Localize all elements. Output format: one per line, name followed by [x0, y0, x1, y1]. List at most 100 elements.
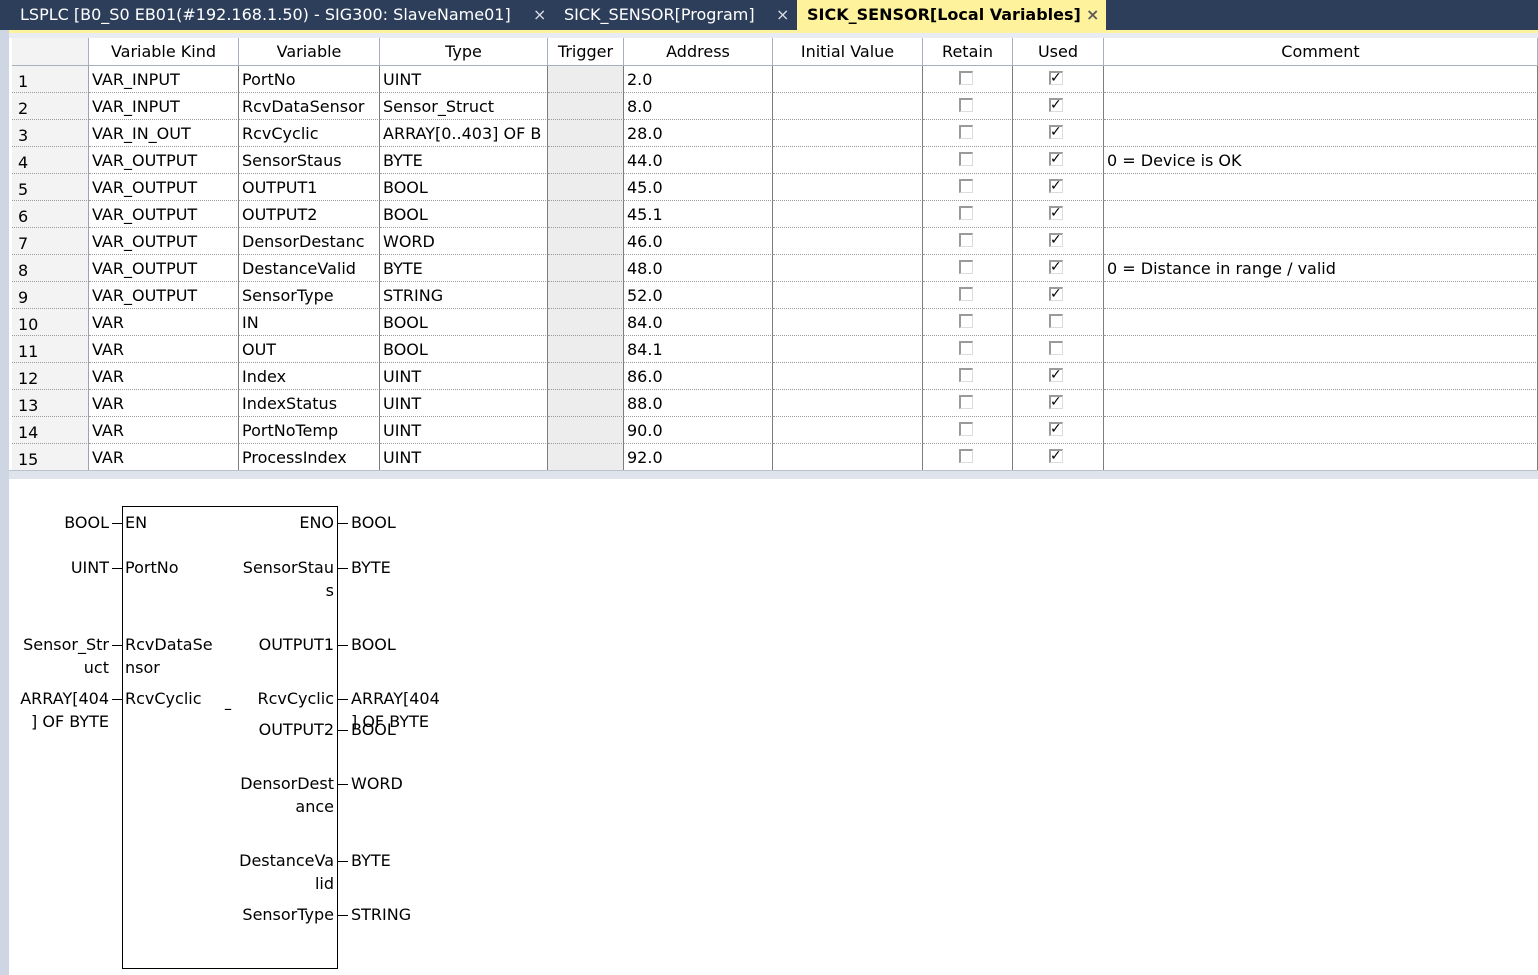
variable-name-cell[interactable]: ProcessIndex	[239, 444, 380, 471]
retain-checkbox[interactable]	[959, 449, 973, 463]
type-cell[interactable]: BOOL	[380, 201, 548, 228]
retain-checkbox[interactable]	[959, 422, 973, 436]
type-cell[interactable]: Sensor_Struct	[380, 93, 548, 120]
table-row[interactable]: 13 VAR IndexStatus UINT 88.0	[12, 390, 1538, 417]
used-cell[interactable]	[1013, 309, 1104, 336]
table-row[interactable]: 15 VAR ProcessIndex UINT 92.0	[12, 444, 1538, 471]
comment-cell[interactable]	[1104, 282, 1538, 309]
comment-cell[interactable]	[1104, 417, 1538, 444]
address-cell[interactable]: 2.0	[624, 66, 773, 93]
used-header[interactable]: Used	[1013, 38, 1104, 66]
initial-value-cell[interactable]	[773, 174, 923, 201]
used-checkbox[interactable]	[1049, 260, 1063, 274]
address-cell[interactable]: 28.0	[624, 120, 773, 147]
retain-cell[interactable]	[923, 228, 1013, 255]
retain-checkbox[interactable]	[959, 71, 973, 85]
table-row[interactable]: 1 VAR_INPUT PortNo UINT 2.0	[12, 66, 1538, 93]
used-cell[interactable]	[1013, 444, 1104, 471]
trigger-cell[interactable]	[548, 417, 624, 444]
used-cell[interactable]	[1013, 201, 1104, 228]
retain-cell[interactable]	[923, 309, 1013, 336]
variable-kind-cell[interactable]: VAR	[89, 309, 239, 336]
variable-kind-cell[interactable]: VAR_OUTPUT	[89, 228, 239, 255]
variable-name-cell[interactable]: PortNo	[239, 66, 380, 93]
variable-kind-cell[interactable]: VAR_OUTPUT	[89, 282, 239, 309]
used-checkbox[interactable]	[1049, 422, 1063, 436]
variable-kind-cell[interactable]: VAR_OUTPUT	[89, 201, 239, 228]
trigger-cell[interactable]	[548, 309, 624, 336]
trigger-cell[interactable]	[548, 228, 624, 255]
retain-cell[interactable]	[923, 444, 1013, 471]
retain-cell[interactable]	[923, 147, 1013, 174]
used-cell[interactable]	[1013, 255, 1104, 282]
table-row[interactable]: 11 VAR OUT BOOL 84.1	[12, 336, 1538, 363]
used-cell[interactable]	[1013, 282, 1104, 309]
table-row[interactable]: 2 VAR_INPUT RcvDataSensor Sensor_Struct 8.0	[12, 93, 1538, 120]
used-checkbox[interactable]	[1049, 71, 1063, 85]
splitter-bar[interactable]	[9, 470, 1538, 479]
address-cell[interactable]: 45.0	[624, 174, 773, 201]
retain-cell[interactable]	[923, 174, 1013, 201]
retain-cell[interactable]	[923, 390, 1013, 417]
used-cell[interactable]	[1013, 120, 1104, 147]
variable-name-cell[interactable]: IN	[239, 309, 380, 336]
retain-cell[interactable]	[923, 255, 1013, 282]
type-cell[interactable]: UINT	[380, 417, 548, 444]
table-row[interactable]: 14 VAR PortNoTemp UINT 90.0	[12, 417, 1538, 444]
used-cell[interactable]	[1013, 66, 1104, 93]
trigger-cell[interactable]	[548, 120, 624, 147]
variable-kind-cell[interactable]: VAR	[89, 390, 239, 417]
retain-cell[interactable]	[923, 282, 1013, 309]
close-icon[interactable]: ×	[1086, 0, 1099, 30]
trigger-cell[interactable]	[548, 336, 624, 363]
variable-name-cell[interactable]: IndexStatus	[239, 390, 380, 417]
close-icon[interactable]: ×	[533, 0, 546, 30]
variable-kind-cell[interactable]: VAR	[89, 363, 239, 390]
comment-cell[interactable]	[1104, 363, 1538, 390]
trigger-cell[interactable]	[548, 444, 624, 471]
address-cell[interactable]: 45.1	[624, 201, 773, 228]
type-cell[interactable]: BOOL	[380, 309, 548, 336]
initial-value-cell[interactable]	[773, 282, 923, 309]
used-checkbox[interactable]	[1049, 395, 1063, 409]
initial-value-cell[interactable]	[773, 93, 923, 120]
variable-kind-cell[interactable]: VAR	[89, 417, 239, 444]
retain-checkbox[interactable]	[959, 287, 973, 301]
local-variables-grid[interactable]: Variable Kind Variable Type Trigger Address I…	[12, 38, 1538, 471]
retain-cell[interactable]	[923, 363, 1013, 390]
used-cell[interactable]	[1013, 228, 1104, 255]
used-checkbox[interactable]	[1049, 314, 1063, 328]
retain-checkbox[interactable]	[959, 125, 973, 139]
initial-value-cell[interactable]	[773, 417, 923, 444]
initial-value-cell[interactable]	[773, 147, 923, 174]
retain-cell[interactable]	[923, 66, 1013, 93]
address-header[interactable]: Address	[624, 38, 773, 66]
initial-value-cell[interactable]	[773, 201, 923, 228]
comment-cell[interactable]: 0 = Device is OK	[1104, 147, 1538, 174]
tab-sick-sensor-local-variables[interactable]: SICK_SENSOR[Local Variables] ×	[797, 0, 1106, 30]
address-cell[interactable]: 8.0	[624, 93, 773, 120]
used-cell[interactable]	[1013, 363, 1104, 390]
variable-kind-cell[interactable]: VAR_INPUT	[89, 66, 239, 93]
variable-kind-cell[interactable]: VAR	[89, 336, 239, 363]
retain-checkbox[interactable]	[959, 314, 973, 328]
type-cell[interactable]: ARRAY[0..403] OF B	[380, 120, 548, 147]
trigger-cell[interactable]	[548, 93, 624, 120]
comment-cell[interactable]	[1104, 174, 1538, 201]
variable-name-cell[interactable]: SensorStaus	[239, 147, 380, 174]
tab-lsplc-slave[interactable]: LSPLC [B0_S0 EB01(#192.168.1.50) - SIG30…	[10, 0, 555, 30]
variable-name-cell[interactable]: SensorType	[239, 282, 380, 309]
used-checkbox[interactable]	[1049, 206, 1063, 220]
table-row[interactable]: 6 VAR_OUTPUT OUTPUT2 BOOL 45.1	[12, 201, 1538, 228]
used-cell[interactable]	[1013, 336, 1104, 363]
comment-cell[interactable]	[1104, 309, 1538, 336]
address-cell[interactable]: 84.1	[624, 336, 773, 363]
trigger-cell[interactable]	[548, 66, 624, 93]
used-checkbox[interactable]	[1049, 341, 1063, 355]
variable-kind-cell[interactable]: VAR_OUTPUT	[89, 174, 239, 201]
retain-checkbox[interactable]	[959, 152, 973, 166]
used-cell[interactable]	[1013, 147, 1104, 174]
retain-checkbox[interactable]	[959, 260, 973, 274]
type-cell[interactable]: UINT	[380, 363, 548, 390]
variable-name-cell[interactable]: PortNoTemp	[239, 417, 380, 444]
